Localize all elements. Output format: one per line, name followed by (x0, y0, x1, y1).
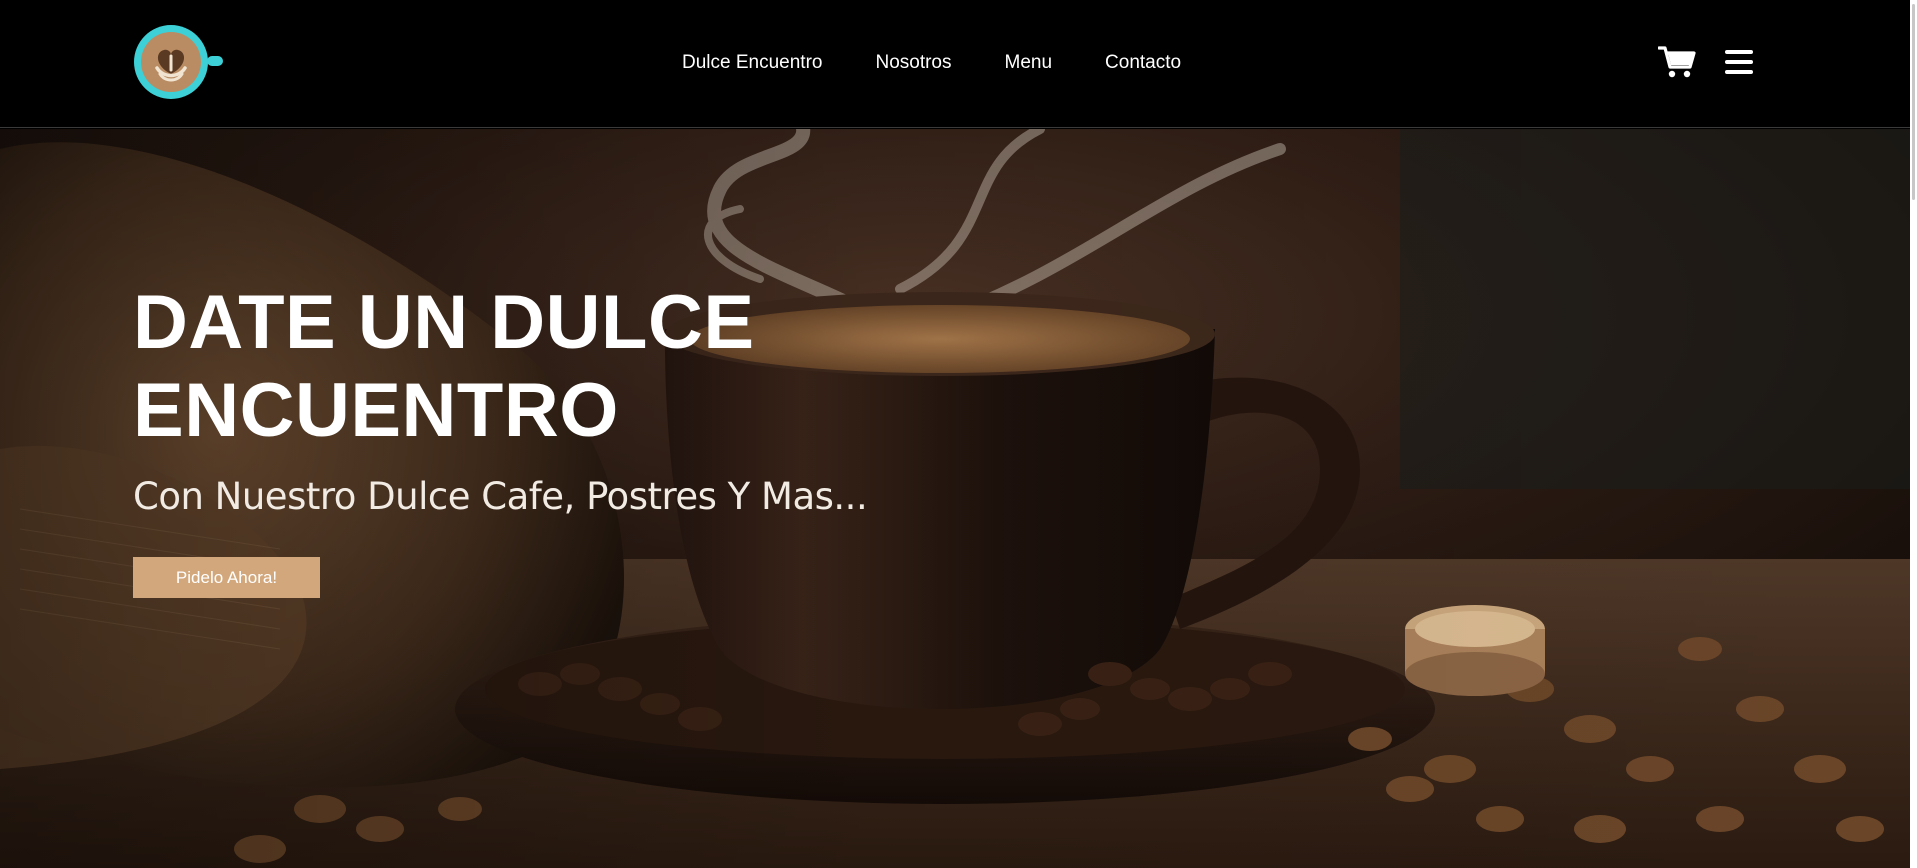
scrollbar-thumb[interactable] (1912, 4, 1915, 200)
hero-subtitle: Con Nuestro Dulce Cafe, Postres Y Mas... (133, 475, 868, 518)
hero-section: DATE UN DULCE ENCUENTRO Con Nuestro Dulc… (0, 129, 1910, 868)
cart-icon[interactable] (1658, 45, 1696, 79)
nav-link-contacto[interactable]: Contacto (1105, 52, 1181, 74)
hero-title: DATE UN DULCE ENCUENTRO (133, 279, 833, 455)
nav-link-menu[interactable]: Menu (1005, 52, 1053, 74)
nav-link-nosotros[interactable]: Nosotros (875, 52, 951, 74)
site-header: Dulce Encuentro Nosotros Menu Contacto (0, 0, 1910, 128)
latte-art-cup-logo[interactable] (133, 24, 223, 100)
hero-title-line-2: ENCUENTRO (133, 368, 619, 453)
hamburger-menu-icon[interactable] (1724, 48, 1754, 76)
main-nav: Dulce Encuentro Nosotros Menu Contacto (660, 52, 1234, 74)
nav-link-dulce-encuentro[interactable]: Dulce Encuentro (682, 52, 822, 74)
page: Dulce Encuentro Nosotros Menu Contacto D… (0, 0, 1910, 868)
hero-title-line-1: DATE UN DULCE (133, 280, 755, 365)
order-now-button[interactable]: Pidelo Ahora! (133, 557, 320, 598)
